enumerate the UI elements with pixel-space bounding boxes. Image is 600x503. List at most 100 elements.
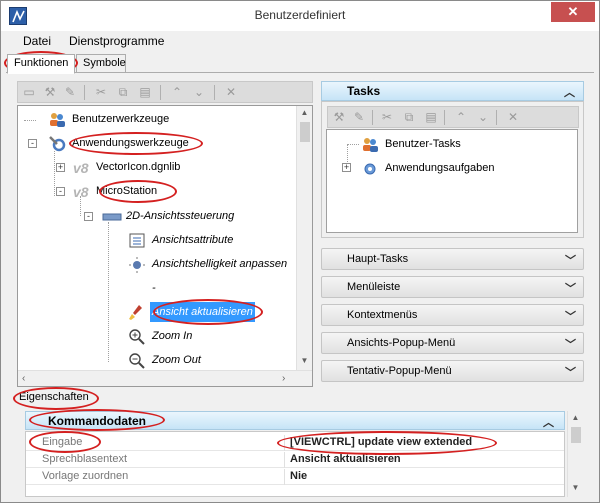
tasks-item-anwendungsaufgaben[interactable]: Anwendungsaufgaben	[361, 158, 561, 178]
tree-horizontal-scrollbar[interactable]: ‹ ›	[18, 370, 312, 386]
collapse-toggle[interactable]: -	[56, 187, 65, 196]
paste-icon[interactable]: ▤	[424, 110, 438, 124]
close-button[interactable]: ✕	[551, 2, 595, 22]
scroll-up-arrow[interactable]: ▲	[297, 108, 312, 117]
property-key: Eingabe	[42, 436, 83, 448]
accordion-label: Tentativ-Popup-Menü	[347, 365, 452, 377]
toolbar-separator	[496, 110, 497, 125]
tree-item-label: Zoom Out	[152, 354, 201, 366]
tree-item-label: MicroStation	[96, 185, 158, 197]
tree-item-zoom-in[interactable]: Zoom In	[128, 326, 308, 346]
tree-item-zoom-out[interactable]: Zoom Out	[128, 350, 308, 370]
brightness-icon	[128, 256, 146, 273]
paste-icon[interactable]: ▤	[138, 85, 152, 99]
tree-connector	[24, 120, 36, 121]
accordion-ansichts-popup-menue[interactable]: Ansichts-Popup-Menü ﹀	[321, 332, 584, 354]
property-row[interactable]: Sprechblasentext Ansicht aktualisieren	[26, 452, 564, 468]
properties-label: Eigenschaften	[19, 391, 89, 403]
scroll-thumb[interactable]	[571, 427, 581, 443]
tasks-tree: Benutzer-Tasks + Anwendungsaufgaben	[326, 129, 578, 233]
accordion-tentativ-popup-menue[interactable]: Tentativ-Popup-Menü ﹀	[321, 360, 584, 382]
tree-item-label: Benutzerwerkzeuge	[72, 113, 170, 125]
tree-item-ansichtsattribute[interactable]: Ansichtsattribute	[128, 230, 308, 250]
expand-toggle[interactable]: +	[56, 163, 65, 172]
delete-icon[interactable]: ✕	[506, 110, 520, 124]
property-row[interactable]: Vorlage zuordnen Nie	[26, 469, 564, 485]
chevron-up-icon[interactable]: ︿	[543, 414, 554, 430]
column-divider	[284, 435, 285, 451]
tree-item-separator[interactable]: -	[128, 278, 308, 298]
scroll-up-arrow[interactable]: ▲	[568, 413, 583, 422]
accordion-menueleiste[interactable]: Menüleiste ﹀	[321, 276, 584, 298]
arrow-up-icon[interactable]: ⌃	[454, 110, 468, 124]
chevron-down-icon: ﹀	[565, 367, 576, 379]
tree-item-vectoricon[interactable]: v8 VectorIcon.dgnlib	[72, 157, 292, 177]
tree-item-anwendungswerkzeuge[interactable]: Anwendungswerkzeuge	[48, 133, 288, 153]
copy-icon[interactable]: ⧉	[116, 85, 130, 99]
property-row[interactable]: Eingabe [VIEWCTRL] update view extended	[26, 435, 564, 451]
tab-symbole[interactable]: Symbole	[76, 54, 126, 73]
cut-icon[interactable]: ✂	[380, 110, 394, 124]
arrow-down-icon[interactable]: ⌄	[192, 85, 206, 99]
v8-icon: v8	[72, 159, 90, 176]
menu-dienstprogramme[interactable]: Dienstprogramme	[69, 34, 164, 48]
scroll-down-arrow[interactable]: ▼	[568, 483, 583, 492]
accordion-kontextmenues[interactable]: Kontextmenüs ﹀	[321, 304, 584, 326]
menu-datei[interactable]: Datei	[23, 34, 51, 48]
tab-funktionen[interactable]: Funktionen	[7, 54, 75, 74]
tasks-toolbar: ⚒ ✎ ✂ ⧉ ▤ ⌃ ⌄ ✕	[327, 106, 579, 128]
arrow-up-icon[interactable]: ⌃	[170, 85, 184, 99]
tasks-item-label: Benutzer-Tasks	[385, 138, 461, 150]
accordion-label: Kontextmenüs	[347, 309, 418, 321]
tasks-gear-icon	[361, 160, 379, 177]
tree-item-label: Ansichtsattribute	[152, 234, 234, 246]
toolbar-separator	[214, 85, 215, 100]
scroll-left-arrow[interactable]: ‹	[22, 373, 25, 384]
chevron-down-icon: ﹀	[565, 311, 576, 323]
arrow-down-icon[interactable]: ⌄	[476, 110, 490, 124]
tree-vertical-scrollbar[interactable]: ▲ ▼	[296, 106, 312, 370]
copy-icon[interactable]: ⧉	[402, 110, 416, 124]
delete-icon[interactable]: ✕	[224, 85, 238, 99]
collapse-toggle[interactable]: -	[84, 212, 93, 221]
wrench-edit-icon[interactable]: ✎	[352, 110, 366, 124]
tasks-item-benutzer-tasks[interactable]: Benutzer-Tasks	[361, 134, 561, 154]
expand-toggle[interactable]: +	[342, 163, 351, 172]
toolbox-icon	[102, 208, 122, 225]
tree-item-ansicht-aktualisieren[interactable]: Ansicht aktualisieren	[128, 302, 308, 322]
cut-icon[interactable]: ✂	[94, 85, 108, 99]
title-bar: Benutzerdefiniert ✕	[1, 1, 599, 31]
tree-item-label: Zoom In	[152, 330, 193, 342]
update-view-brush-icon	[128, 304, 146, 321]
line-icon[interactable]: ▭	[22, 85, 36, 99]
tree-item-ansichtshelligkeit[interactable]: Ansichtshelligkeit anpassen	[128, 254, 312, 274]
column-divider	[284, 469, 285, 485]
tree-item-2d-ansichtssteuerung[interactable]: 2D-Ansichtssteuerung	[102, 206, 302, 226]
chevron-up-icon[interactable]: ︿	[564, 84, 575, 100]
wrench-icon[interactable]: ⚒	[332, 110, 346, 124]
chevron-down-icon: ﹀	[565, 283, 576, 295]
tree-item-microstation[interactable]: v8 MicroStation	[72, 181, 292, 201]
property-value[interactable]: [VIEWCTRL] update view extended	[290, 436, 472, 448]
accordion-haupt-tasks[interactable]: Haupt-Tasks ﹀	[321, 248, 584, 270]
wrench-icon[interactable]: ⚒	[43, 85, 57, 99]
tasks-item-label: Anwendungsaufgaben	[385, 162, 495, 174]
scroll-right-arrow[interactable]: ›	[282, 373, 285, 384]
left-toolbar: ▭ ⚒ ✎ ✂ ⧉ ▤ ⌃ ⌄ ✕	[17, 81, 313, 103]
properties-section-header[interactable]: Kommandodaten ︿	[25, 411, 565, 430]
properties-scrollbar[interactable]: ▲ ▼	[567, 411, 583, 497]
wrench-edit-icon[interactable]: ✎	[63, 85, 77, 99]
users-icon	[48, 111, 66, 128]
collapse-toggle[interactable]: -	[28, 139, 37, 148]
tree-connector	[347, 144, 359, 145]
column-divider	[284, 452, 285, 468]
property-value[interactable]: Ansicht aktualisieren	[290, 453, 401, 465]
tree-item-benutzerwerkzeuge[interactable]: Benutzerwerkzeuge	[48, 109, 288, 129]
tree-item-label: Anwendungswerkzeuge	[72, 137, 189, 149]
v8-icon: v8	[72, 183, 90, 200]
tasks-header[interactable]: Tasks ︿	[321, 81, 584, 101]
tree-item-label: Ansicht aktualisieren	[150, 302, 255, 322]
scroll-down-arrow[interactable]: ▼	[297, 356, 312, 365]
scroll-thumb[interactable]	[300, 122, 310, 142]
property-value[interactable]: Nie	[290, 470, 307, 482]
